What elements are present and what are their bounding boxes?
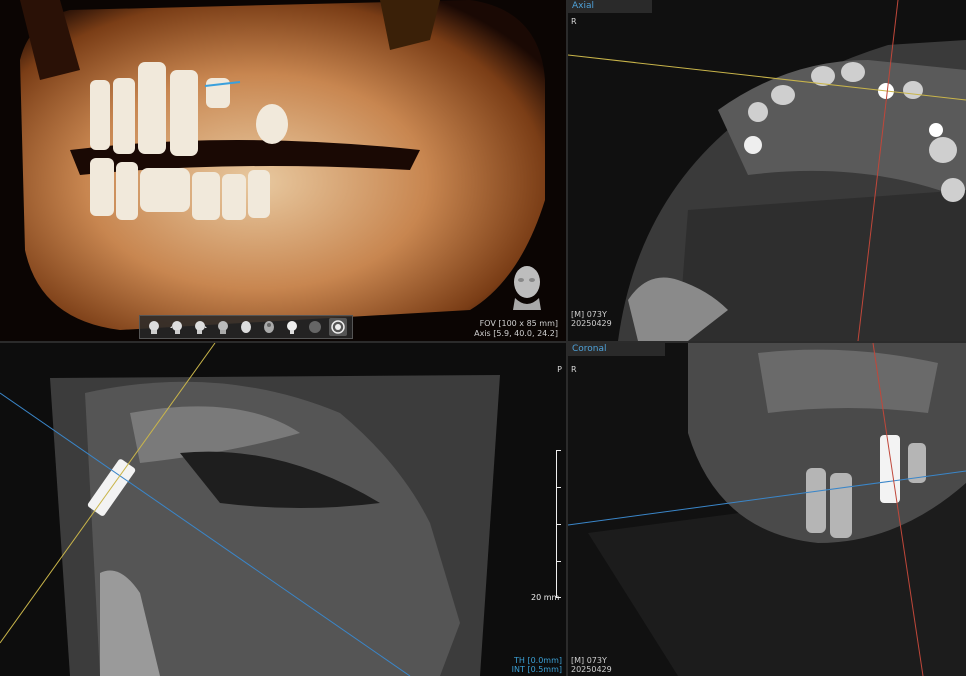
coronal-slice-image <box>568 343 966 676</box>
axis-readout: Axis [5.9, 40.0, 24.2] <box>474 329 558 338</box>
fov-readout: FOV [100 x 85 mm] <box>479 319 558 328</box>
orientation-label: P <box>557 365 562 374</box>
volume-3d-view[interactable]: FOV [100 x 85 mm] Axis [5.9, 40.0, 24.2] <box>0 0 566 341</box>
sagittal-slice-image <box>0 343 566 676</box>
pane-divider-horizontal[interactable] <box>0 341 966 343</box>
head-front-icon[interactable] <box>145 318 163 336</box>
view-orientation-toolbar <box>139 315 353 339</box>
patient-info: [M] 073Y <box>571 310 607 319</box>
head-orientation-icon[interactable] <box>505 262 549 310</box>
sagittal-view[interactable]: P TH [0.0mm] INT [0.5mm] <box>0 343 566 676</box>
study-date: 20250429 <box>571 665 612 674</box>
head-bottom-icon[interactable] <box>260 318 278 336</box>
head-left-icon[interactable] <box>168 318 186 336</box>
tab-axial[interactable]: Axial <box>568 0 652 13</box>
volume-render-image <box>0 0 566 341</box>
orientation-label: R <box>571 17 577 26</box>
coronal-view[interactable]: Coronal R [M] 073Y 20250429 <box>568 343 966 676</box>
sphere-icon[interactable] <box>306 318 324 336</box>
study-date: 20250429 <box>571 319 612 328</box>
axial-view[interactable]: Axial R [M] 073Y 20250429 <box>568 0 966 341</box>
reset-view-icon[interactable] <box>329 318 348 336</box>
head-oblique-icon[interactable] <box>283 318 301 336</box>
interval-readout: INT [0.5mm] <box>511 665 562 674</box>
tab-coronal[interactable]: Coronal <box>568 343 665 356</box>
pane-divider-vertical[interactable] <box>566 0 568 676</box>
axial-slice-image <box>568 0 966 341</box>
scale-bar <box>556 450 563 598</box>
patient-info: [M] 073Y <box>571 656 607 665</box>
head-top-icon[interactable] <box>237 318 255 336</box>
scale-bar-label: 20 mm <box>531 593 560 602</box>
head-back-icon[interactable] <box>214 318 232 336</box>
head-right-icon[interactable] <box>191 318 209 336</box>
orientation-label: R <box>571 365 577 374</box>
thickness-readout: TH [0.0mm] <box>514 656 562 665</box>
